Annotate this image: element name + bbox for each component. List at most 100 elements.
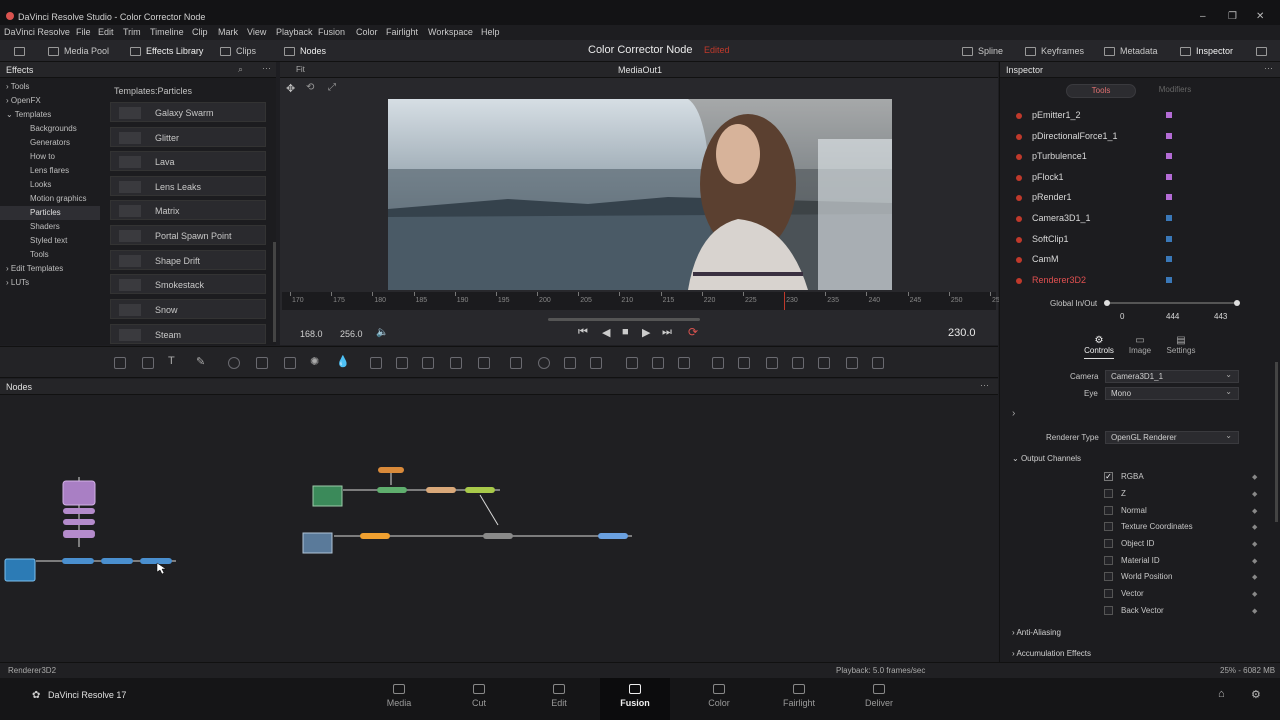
metadata-button[interactable]: Metadata xyxy=(1104,44,1158,58)
menu-color[interactable]: Color xyxy=(356,27,378,37)
text-tool-icon[interactable]: T xyxy=(168,355,180,367)
checkbox[interactable] xyxy=(1104,539,1113,548)
ellipse-mask-icon[interactable] xyxy=(538,357,550,369)
global-in-handle[interactable] xyxy=(1104,300,1110,306)
tree-item[interactable]: ⌄ Templates xyxy=(0,108,100,122)
tool-row-pturbulence[interactable]: pTurbulence1 xyxy=(1012,147,1274,167)
tool-row-renderer[interactable]: Renderer3D2 xyxy=(1012,271,1274,291)
image-tool-icon[interactable] xyxy=(142,357,154,369)
more-options-icon[interactable]: ⋯ xyxy=(262,63,271,74)
keyframe-diamond-icon[interactable]: ◆ xyxy=(1252,557,1257,565)
sidebar-toggle-icon[interactable] xyxy=(14,44,30,58)
tree-item[interactable]: Generators xyxy=(0,136,100,150)
renderer-node[interactable] xyxy=(4,558,36,582)
merge-node[interactable] xyxy=(465,487,495,493)
polygon-mask-icon[interactable] xyxy=(564,357,576,369)
skip-end-icon[interactable]: ⏭ xyxy=(662,326,672,339)
checkbox[interactable] xyxy=(1104,522,1113,531)
eye-dropdown[interactable]: Mono xyxy=(1105,386,1239,400)
viewer-image[interactable] xyxy=(388,99,892,290)
stop-icon[interactable]: ■ xyxy=(622,326,629,338)
menu-help[interactable]: Help xyxy=(481,27,500,37)
effects-library-button[interactable]: Effects Library xyxy=(130,44,203,58)
resize-tool-icon[interactable] xyxy=(450,357,462,369)
tree-item[interactable]: How to xyxy=(0,150,100,164)
mediaout-node[interactable] xyxy=(598,533,628,539)
tool-row-camm[interactable]: CamM xyxy=(1012,250,1274,270)
subtab-image[interactable]: ▭ Image xyxy=(1125,335,1155,355)
checkbox-checked[interactable]: ✓ xyxy=(1104,472,1113,481)
channel-tool-icon[interactable] xyxy=(396,357,408,369)
page-fusion[interactable]: Fusion xyxy=(600,678,670,720)
play-icon[interactable]: ▶ xyxy=(642,326,650,339)
page-deliver[interactable]: Deliver xyxy=(844,684,914,708)
page-color[interactable]: Color xyxy=(684,684,754,708)
spline-button[interactable]: Spline xyxy=(962,44,1003,58)
mediain2-node[interactable] xyxy=(302,532,333,554)
tool-row-pemitter[interactable]: pEmitter1_2 xyxy=(1012,106,1274,126)
nodes-button[interactable]: Nodes xyxy=(284,44,326,58)
subtab-settings[interactable]: ▤ Settings xyxy=(1164,335,1198,355)
checkbox[interactable] xyxy=(1104,506,1113,515)
template-item[interactable]: Steam xyxy=(110,324,266,344)
search-icon[interactable]: ⌕ xyxy=(238,64,243,75)
fit-dropdown[interactable]: Fit xyxy=(296,65,305,74)
play-reverse-icon[interactable]: ◀ xyxy=(602,326,610,339)
checkbox[interactable] xyxy=(1104,572,1113,581)
camm-node[interactable] xyxy=(140,558,172,564)
keyframe-diamond-icon[interactable]: ◆ xyxy=(1252,590,1257,598)
close-button[interactable]: ✕ xyxy=(1256,11,1264,22)
checkbox[interactable] xyxy=(1104,606,1113,615)
drop-tool-icon[interactable]: 💧 xyxy=(336,355,350,368)
page-cut[interactable]: Cut xyxy=(444,684,514,708)
menu-fusion[interactable]: Fusion xyxy=(318,27,345,37)
global-in-field[interactable]: 0 xyxy=(1120,312,1124,321)
expand-icon[interactable] xyxy=(1256,44,1272,58)
rectangle-mask-icon[interactable] xyxy=(510,357,522,369)
page-media[interactable]: Media xyxy=(364,684,434,708)
keyframe-diamond-icon[interactable]: ◆ xyxy=(1252,473,1257,481)
keyframe-diamond-icon[interactable]: ◆ xyxy=(1252,573,1257,581)
orange-node[interactable] xyxy=(378,467,404,473)
bspline-mask-icon[interactable] xyxy=(590,357,602,369)
tree-item[interactable]: Styled text xyxy=(0,234,100,248)
node-graph[interactable] xyxy=(0,395,998,662)
blur-tool-icon[interactable] xyxy=(256,357,268,369)
tool-row-camera[interactable]: Camera3D1_1 xyxy=(1012,209,1274,229)
more-options-icon[interactable]: ⋯ xyxy=(980,380,989,391)
tool-row-prender[interactable]: pRender1 xyxy=(1012,188,1274,208)
skip-start-icon[interactable]: ⏮ xyxy=(578,326,588,339)
global-out-handle[interactable] xyxy=(1234,300,1240,306)
page-fairlight[interactable]: Fairlight xyxy=(764,684,834,708)
merge3d-tool-icon[interactable] xyxy=(766,357,778,369)
rotate-icon[interactable]: ⟲ xyxy=(306,82,314,93)
menu-fairlight[interactable]: Fairlight xyxy=(386,27,418,37)
light3d-tool-icon[interactable] xyxy=(818,357,830,369)
current-frame-field[interactable]: 230.0 xyxy=(948,327,976,339)
menu-view[interactable]: View xyxy=(247,27,266,37)
tree-item[interactable]: › Tools xyxy=(0,80,100,94)
green-node[interactable] xyxy=(377,487,407,493)
template-item[interactable]: Lens Leaks xyxy=(110,176,266,196)
checkbox[interactable] xyxy=(1104,489,1113,498)
menu-edit[interactable]: Edit xyxy=(98,27,114,37)
camera-node[interactable] xyxy=(62,558,94,564)
template-item[interactable]: Snow xyxy=(110,299,266,319)
home-icon[interactable]: ⌂ xyxy=(1218,688,1225,700)
tool-row-pdirectional[interactable]: pDirectionalForce1_1 xyxy=(1012,127,1274,147)
minimize-button[interactable]: – xyxy=(1200,11,1206,22)
expand-chevron-icon[interactable]: › xyxy=(1012,408,1015,419)
tree-item[interactable]: Lens flares xyxy=(0,164,100,178)
tree-item-selected[interactable]: Particles xyxy=(0,206,100,220)
pdirectional-node[interactable] xyxy=(63,508,95,514)
media-pool-button[interactable]: Media Pool xyxy=(48,44,109,58)
page-edit[interactable]: Edit xyxy=(524,684,594,708)
camera3d-tool-icon[interactable] xyxy=(792,357,804,369)
render3d-tool-icon[interactable] xyxy=(846,357,858,369)
transform-tool-icon[interactable] xyxy=(478,357,490,369)
template-item[interactable]: Shape Drift xyxy=(110,250,266,270)
shape3d-tool-icon[interactable] xyxy=(712,357,724,369)
color-tool-icon[interactable]: ✺ xyxy=(310,355,322,368)
inspector-button[interactable]: Inspector xyxy=(1180,44,1233,58)
tree-item[interactable]: Tools xyxy=(0,248,100,262)
